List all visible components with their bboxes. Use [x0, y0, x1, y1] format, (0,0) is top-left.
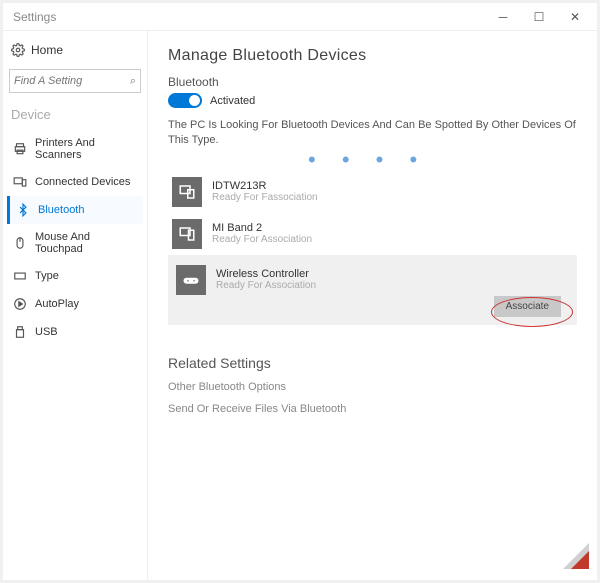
bluetooth-label: Bluetooth: [168, 75, 577, 89]
device-item[interactable]: MI Band 2 Ready For Association: [168, 213, 577, 255]
home-label: Home: [31, 43, 63, 57]
sidebar-item-autoplay[interactable]: AutoPlay: [7, 290, 143, 318]
sidebar-item-type[interactable]: Type: [7, 262, 143, 290]
main-panel: Manage Bluetooth Devices Bluetooth Activ…: [148, 31, 597, 580]
related-settings: Related Settings Other Bluetooth Options…: [168, 355, 577, 415]
link-send-receive[interactable]: Send Or Receive Files Via Bluetooth: [168, 403, 577, 415]
watermark-logo: [549, 543, 589, 574]
sidebar: Home ⌕ Device Printers And Scanners Conn…: [3, 31, 148, 580]
bluetooth-toggle[interactable]: [168, 93, 202, 108]
keyboard-icon: [13, 269, 27, 283]
device-item[interactable]: IDTW213R Ready For Fassociation: [168, 171, 577, 213]
display-icon: [172, 177, 202, 207]
close-button[interactable]: ✕: [557, 5, 593, 29]
gamepad-icon: [176, 265, 206, 295]
search-icon: ⌕: [130, 75, 136, 88]
sidebar-item-label: USB: [35, 326, 58, 338]
devices-icon: [13, 175, 27, 189]
related-heading: Related Settings: [168, 355, 577, 371]
page-heading: Manage Bluetooth Devices: [168, 47, 577, 65]
sidebar-item-bluetooth[interactable]: Bluetooth: [7, 196, 143, 224]
device-name: Wireless Controller: [216, 268, 316, 280]
status-description: The PC Is Looking For Bluetooth Devices …: [168, 118, 577, 149]
toggle-state: Activated: [210, 95, 255, 107]
sidebar-item-usb[interactable]: USB: [7, 318, 143, 346]
device-list: IDTW213R Ready For Fassociation MI Band …: [168, 171, 577, 325]
associate-button[interactable]: Associate: [494, 296, 561, 317]
search-input[interactable]: [14, 75, 130, 87]
window-title: Settings: [7, 10, 485, 24]
device-status: Ready For Fassociation: [212, 192, 318, 203]
device-name: MI Band 2: [212, 222, 312, 234]
sidebar-item-label: Connected Devices: [35, 176, 130, 188]
titlebar: Settings ─ ☐ ✕: [3, 3, 597, 31]
phone-icon: [172, 219, 202, 249]
sidebar-item-label: Type: [35, 270, 59, 282]
device-item-selected[interactable]: Wireless Controller Ready For Associatio…: [168, 255, 577, 325]
searching-indicator: • • • •: [168, 155, 577, 165]
device-status: Ready For Association: [212, 234, 312, 245]
bluetooth-icon: [16, 203, 30, 217]
printer-icon: [13, 142, 27, 156]
usb-icon: [13, 325, 27, 339]
home-nav[interactable]: Home: [7, 37, 143, 63]
sidebar-item-printers[interactable]: Printers And Scanners: [7, 130, 143, 168]
mouse-icon: [13, 236, 27, 250]
section-label: Device: [7, 103, 143, 130]
maximize-button[interactable]: ☐: [521, 5, 557, 29]
search-box[interactable]: ⌕: [9, 69, 141, 93]
link-other-bluetooth[interactable]: Other Bluetooth Options: [168, 381, 577, 393]
sidebar-item-label: Printers And Scanners: [35, 137, 137, 161]
autoplay-icon: [13, 297, 27, 311]
device-status: Ready For Association: [216, 280, 316, 291]
sidebar-item-label: Bluetooth: [38, 204, 84, 216]
gear-icon: [11, 43, 25, 57]
sidebar-item-label: AutoPlay: [35, 298, 79, 310]
minimize-button[interactable]: ─: [485, 5, 521, 29]
sidebar-item-connected[interactable]: Connected Devices: [7, 168, 143, 196]
sidebar-item-mouse[interactable]: Mouse And Touchpad: [7, 224, 143, 262]
sidebar-item-label: Mouse And Touchpad: [35, 231, 137, 255]
device-name: IDTW213R: [212, 180, 318, 192]
